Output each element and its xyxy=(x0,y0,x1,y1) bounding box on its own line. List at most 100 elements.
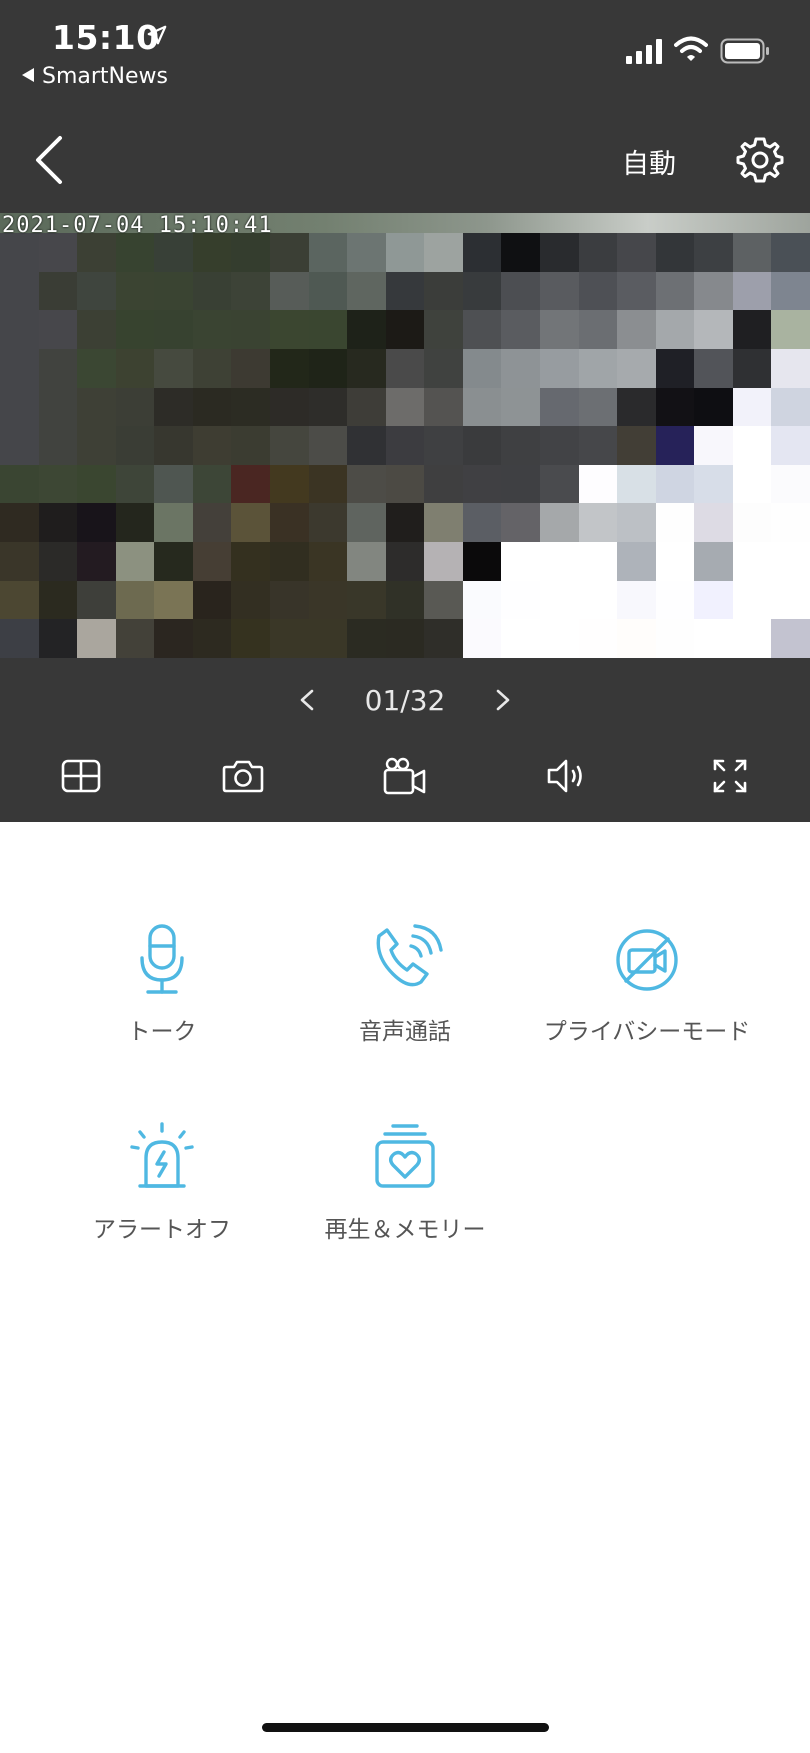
audio-button[interactable] xyxy=(539,748,595,804)
mosaic-cell xyxy=(578,426,618,465)
mosaic-cell xyxy=(424,348,463,388)
mosaic-cell xyxy=(462,348,502,388)
mosaic-cell xyxy=(77,426,116,465)
mosaic-cell xyxy=(231,580,270,620)
alarm-light-icon xyxy=(130,1122,194,1188)
mosaic-cell xyxy=(231,233,270,272)
mosaic-cell xyxy=(77,271,116,311)
next-camera-icon[interactable] xyxy=(488,685,518,715)
mosaic-cell xyxy=(540,426,579,465)
mosaic-cell xyxy=(501,348,540,388)
mosaic-cell xyxy=(578,348,618,388)
mosaic-cell xyxy=(308,619,348,658)
mosaic-cell xyxy=(231,464,270,504)
mosaic-cell xyxy=(771,233,810,272)
mosaic-cell xyxy=(38,580,78,620)
mosaic-cell xyxy=(540,348,579,388)
mosaic-cell xyxy=(617,580,656,620)
mosaic-cell xyxy=(617,426,656,465)
mosaic-cell xyxy=(385,580,425,620)
privacy-mode-button[interactable]: プライバシーモード xyxy=(527,920,767,1046)
mosaic-cell xyxy=(192,542,232,581)
mosaic-cell xyxy=(77,503,116,543)
mosaic-cell xyxy=(771,348,810,388)
split-view-button[interactable] xyxy=(53,748,109,804)
mosaic-cell xyxy=(540,310,579,349)
mosaic-cell xyxy=(462,580,502,620)
mosaic-cell xyxy=(501,271,540,311)
phone-call-icon xyxy=(376,924,443,987)
mosaic-cell xyxy=(771,580,810,620)
location-arrow-icon xyxy=(147,25,167,45)
mosaic-cell xyxy=(347,542,386,581)
mosaic-cell xyxy=(347,503,386,543)
mosaic-cell xyxy=(308,387,348,427)
back-triangle-icon xyxy=(22,68,34,82)
mosaic-cell xyxy=(0,271,39,311)
mosaic-cell xyxy=(462,271,502,311)
mosaic-cell xyxy=(732,310,772,349)
mosaic-cell xyxy=(270,503,309,543)
mosaic-cell xyxy=(347,580,386,620)
mosaic-cell xyxy=(270,464,309,504)
fullscreen-button[interactable] xyxy=(702,748,758,804)
mosaic-cell xyxy=(655,348,695,388)
mosaic-cell xyxy=(617,542,656,581)
mosaic-cell xyxy=(424,387,463,427)
mosaic-cell xyxy=(115,348,155,388)
mosaic-cell xyxy=(501,387,540,427)
mosaic-cell xyxy=(617,387,656,427)
mosaic-cell xyxy=(385,387,425,427)
mosaic-cell xyxy=(270,542,309,581)
auto-mode-button[interactable]: 自動 xyxy=(622,142,676,181)
mosaic-cell xyxy=(347,233,386,272)
mosaic-cell xyxy=(270,387,309,427)
mosaic-cell xyxy=(115,310,155,349)
alert-off-button[interactable]: アラートオフ xyxy=(42,1118,282,1244)
mosaic-cell xyxy=(694,619,733,658)
mosaic-cell xyxy=(231,426,270,465)
playback-memory-button[interactable]: 再生＆メモリー xyxy=(285,1118,525,1244)
mosaic-cell xyxy=(540,464,579,504)
split-view-icon xyxy=(61,759,101,793)
prev-camera-icon[interactable] xyxy=(292,685,322,715)
back-chevron-icon[interactable] xyxy=(30,132,70,188)
camera-header: 15:10 SmartNews 自動 2021-07-04 15:10:41 0… xyxy=(0,0,810,822)
mosaic-cell xyxy=(308,348,348,388)
mosaic-cell xyxy=(771,542,810,581)
gear-icon[interactable] xyxy=(736,136,784,184)
record-button[interactable] xyxy=(377,748,433,804)
mosaic-cell xyxy=(732,464,772,504)
mosaic-cell xyxy=(192,387,232,427)
mosaic-cell xyxy=(385,233,425,272)
back-to-app[interactable]: SmartNews xyxy=(22,64,168,89)
mosaic-cell xyxy=(0,233,39,272)
mosaic-cell xyxy=(771,387,810,427)
mosaic-cell xyxy=(501,619,540,658)
mosaic-cell xyxy=(424,233,463,272)
mosaic-cell xyxy=(385,464,425,504)
mosaic-cell xyxy=(231,310,270,349)
mosaic-cell xyxy=(270,233,309,272)
mosaic-cell xyxy=(732,426,772,465)
mosaic-cell xyxy=(77,310,116,349)
mosaic-cell xyxy=(385,310,425,349)
mosaic-cell xyxy=(270,271,309,311)
memory-album-icon xyxy=(375,1124,435,1188)
mosaic-cell xyxy=(385,542,425,581)
camera-video-feed[interactable]: 2021-07-04 15:10:41 xyxy=(0,213,810,658)
mosaic-cell xyxy=(192,348,232,388)
mosaic-cell xyxy=(154,271,193,311)
mosaic-cell xyxy=(115,542,155,581)
mosaic-cell xyxy=(771,619,810,658)
mosaic-cell xyxy=(231,348,270,388)
voice-call-button[interactable]: 音声通話 xyxy=(285,920,525,1046)
snapshot-button[interactable] xyxy=(215,748,271,804)
mosaic-cell xyxy=(154,580,193,620)
mosaic-cell xyxy=(192,233,232,272)
mosaic-cell xyxy=(732,271,772,311)
video-timestamp: 2021-07-04 15:10:41 xyxy=(2,213,273,238)
video-record-icon xyxy=(383,757,426,795)
talk-button[interactable]: トーク xyxy=(42,920,282,1046)
mosaic-cell xyxy=(732,503,772,543)
